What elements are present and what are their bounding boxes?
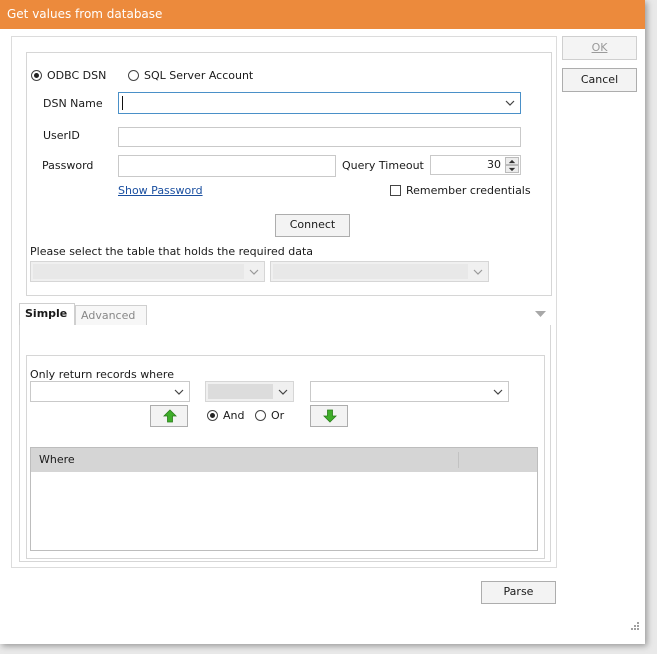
chevron-down-icon <box>473 269 483 275</box>
dialog-window: Get values from database OK Cancel ODBC … <box>0 0 645 644</box>
arrow-up-icon <box>163 409 177 423</box>
odbc-dsn-radio[interactable] <box>31 70 42 81</box>
chevron-down-icon <box>278 389 288 395</box>
combo-fill <box>208 384 273 399</box>
caret-up-icon <box>508 159 516 164</box>
userid-input[interactable] <box>118 127 521 147</box>
ok-button-label: OK <box>591 41 608 54</box>
tab-menu-dropdown-icon[interactable] <box>535 311 546 317</box>
sql-server-radio[interactable] <box>128 70 139 81</box>
chevron-down-icon <box>249 269 259 275</box>
dsn-name-combo[interactable] <box>118 92 521 114</box>
remove-condition-down-button[interactable] <box>310 405 348 427</box>
combo-fill <box>33 264 244 279</box>
tab-advanced[interactable]: Advanced <box>75 305 147 326</box>
cancel-button[interactable]: Cancel <box>562 68 637 92</box>
connect-button[interactable]: Connect <box>275 214 350 237</box>
spin-down-button[interactable] <box>505 165 519 173</box>
where-column-header: Where <box>39 453 75 466</box>
chevron-down-icon <box>174 389 184 395</box>
filter-prompt-label: Only return records where <box>30 368 174 381</box>
text-cursor <box>122 96 123 110</box>
combo-fill <box>273 264 468 279</box>
chevron-down-icon <box>505 100 515 106</box>
spin-up-button[interactable] <box>505 157 519 165</box>
cancel-button-label: Cancel <box>580 73 619 86</box>
show-password-link[interactable]: Show Password <box>118 184 203 197</box>
chevron-down-icon <box>493 389 503 395</box>
userid-label: UserID <box>43 129 80 142</box>
resize-grip-icon[interactable] <box>628 621 640 633</box>
odbc-dsn-label: ODBC DSN <box>47 69 107 82</box>
tab-advanced-label: Advanced <box>81 309 136 322</box>
dsn-name-label: DSN Name <box>43 97 103 110</box>
column-divider <box>458 452 459 468</box>
and-radio[interactable] <box>207 410 218 421</box>
table-prompt-label: Please select the table that holds the r… <box>30 245 313 258</box>
password-input[interactable] <box>118 155 336 177</box>
window-title: Get values from database <box>7 7 163 21</box>
or-radio[interactable] <box>255 410 266 421</box>
filter-field-combo[interactable] <box>30 381 190 402</box>
remember-credentials-label: Remember credentials <box>406 184 531 197</box>
query-timeout-value: 30 <box>487 158 501 171</box>
table-owner-combo[interactable] <box>30 261 265 282</box>
query-timeout-spinner[interactable]: 30 <box>430 155 521 175</box>
remember-credentials-checkbox[interactable] <box>390 185 401 196</box>
title-bar: Get values from database <box>0 0 645 29</box>
table-name-combo[interactable] <box>270 261 489 282</box>
filter-value-combo[interactable] <box>310 381 509 402</box>
and-label: And <box>223 409 245 422</box>
query-timeout-label: Query Timeout <box>342 159 424 172</box>
add-condition-up-button[interactable] <box>150 405 188 427</box>
sql-server-label: SQL Server Account <box>144 69 254 82</box>
or-label: Or <box>271 409 285 422</box>
where-grid-header: Where <box>31 448 537 472</box>
parse-button-label: Parse <box>503 585 534 598</box>
connect-button-label: Connect <box>289 218 336 231</box>
password-label: Password <box>42 159 94 172</box>
ok-button[interactable]: OK <box>562 36 637 60</box>
filter-operator-combo[interactable] <box>205 381 294 402</box>
arrow-down-icon <box>323 409 337 423</box>
tab-simple-label: Simple <box>25 307 68 320</box>
parse-button[interactable]: Parse <box>481 581 556 604</box>
caret-down-icon <box>508 167 516 172</box>
tab-simple[interactable]: Simple <box>19 303 75 326</box>
